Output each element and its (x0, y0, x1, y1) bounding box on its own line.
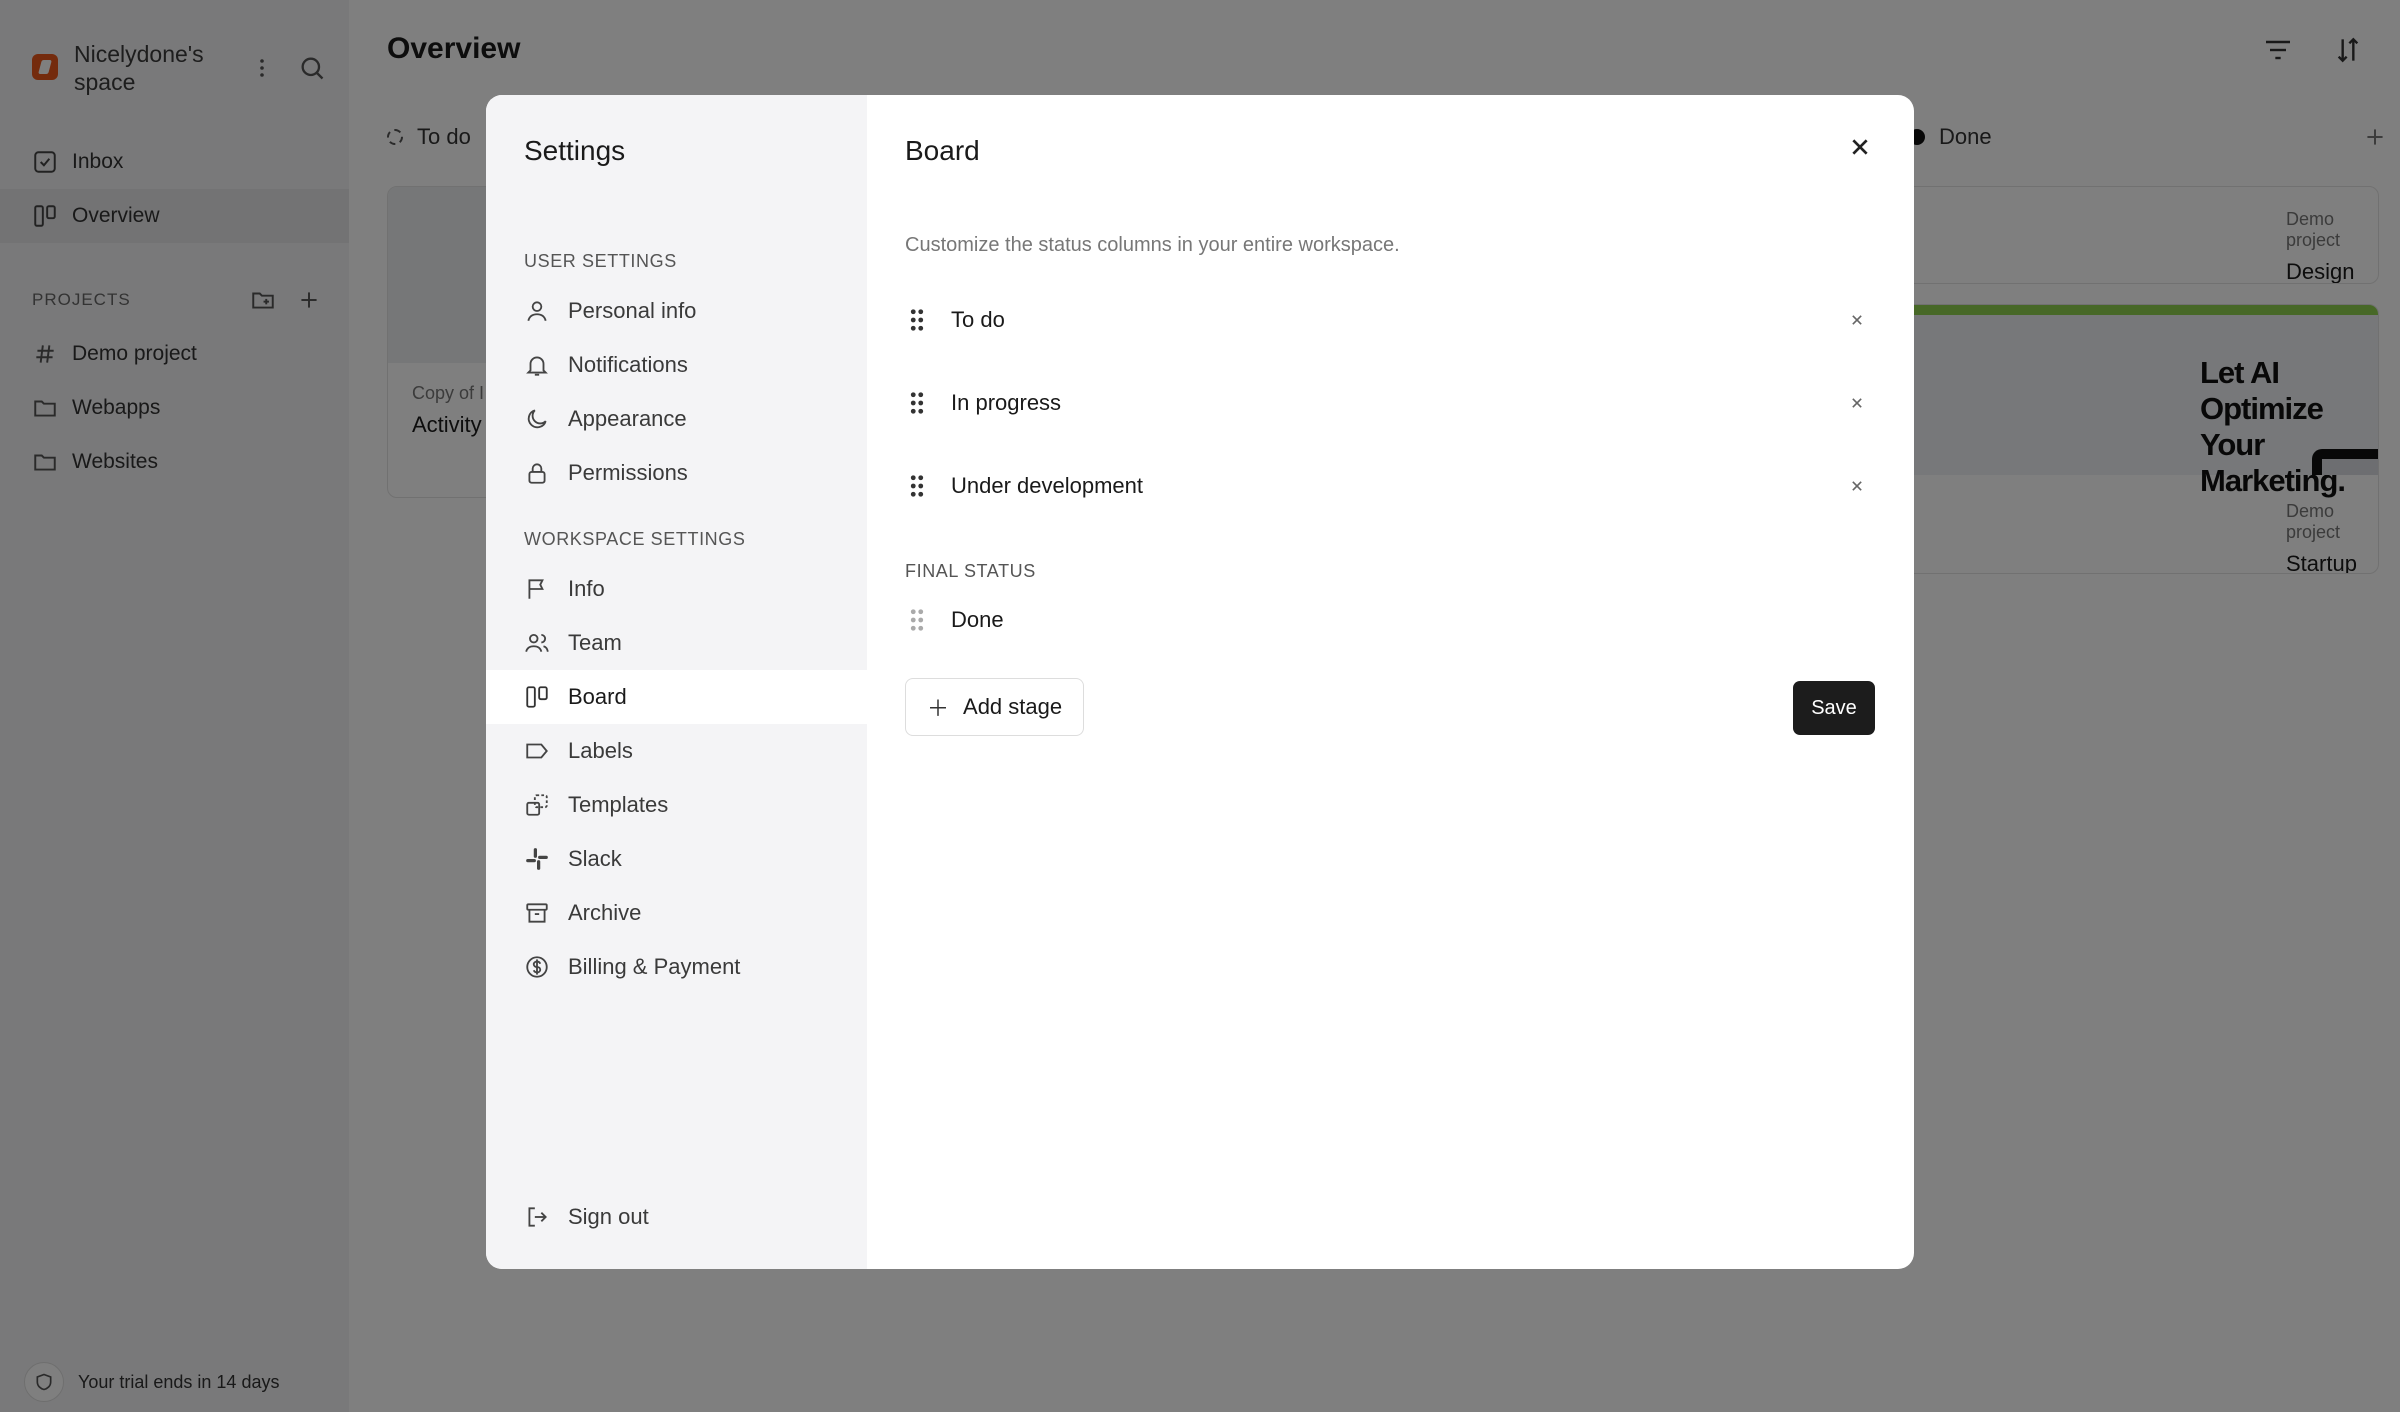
settings-item-billing[interactable]: Billing & Payment (486, 940, 867, 994)
board-settings-panel: Board Customize the status columns in yo… (867, 95, 1914, 1269)
lock-icon (528, 463, 546, 484)
dollar-icon (526, 956, 548, 978)
workspace-settings-heading: WORKSPACE SETTINGS (524, 529, 746, 549)
settings-item-label: Team (568, 630, 622, 655)
final-status-heading: FINAL STATUS (905, 561, 1036, 581)
settings-item-label: Personal info (568, 298, 697, 323)
settings-item-label: Labels (568, 738, 633, 763)
panel-description: Customize the status columns in your ent… (905, 234, 1400, 256)
settings-item-label: Permissions (568, 460, 688, 485)
settings-item-slack[interactable]: Slack (486, 832, 867, 886)
settings-item-notifications[interactable]: Notifications (486, 338, 867, 392)
settings-item-permissions[interactable]: Permissions (486, 446, 867, 500)
stage-row: In progress (905, 376, 1875, 430)
user-icon (527, 301, 547, 322)
moon-icon (527, 409, 547, 429)
settings-item-board[interactable]: Board (486, 670, 867, 724)
plus-icon: ＋ (927, 696, 950, 721)
templates-icon (526, 794, 548, 816)
sign-out-icon (528, 1207, 547, 1227)
settings-item-label: Slack (568, 846, 622, 871)
drag-handle-icon (910, 609, 924, 631)
sign-out-label: Sign out (568, 1204, 649, 1229)
settings-item-label: Templates (568, 792, 669, 817)
bell-icon (526, 356, 548, 376)
settings-item-label: Notifications (568, 352, 688, 377)
archive-icon (526, 903, 548, 923)
slack-icon (526, 848, 548, 870)
stage-label[interactable]: In progress (951, 390, 1061, 416)
board-icon (526, 686, 548, 708)
remove-stage-icon[interactable] (1847, 393, 1867, 413)
settings-title: Settings (524, 135, 626, 166)
drag-handle-icon[interactable] (909, 308, 925, 332)
settings-item-label: Info (568, 576, 605, 601)
add-stage-button[interactable]: ＋ Add stage (905, 678, 1085, 736)
settings-item-labels[interactable]: Labels (486, 724, 867, 778)
settings-modal: Settings USER SETTINGS Personal info Not… (486, 95, 1914, 1269)
stage-row: Under development (905, 459, 1875, 513)
panel-title: Board (905, 135, 980, 166)
stage-label[interactable]: To do (951, 307, 1005, 333)
settings-item-label: Billing & Payment (568, 954, 741, 979)
add-stage-label: Add stage (963, 694, 1063, 719)
settings-item-templates[interactable]: Templates (486, 778, 867, 832)
users-icon (525, 633, 549, 652)
flag-icon (528, 579, 544, 599)
settings-item-archive[interactable]: Archive (486, 886, 867, 940)
settings-sidebar: Settings USER SETTINGS Personal info Not… (486, 95, 867, 1269)
sign-out-button[interactable]: Sign out (486, 1190, 867, 1244)
settings-item-appearance[interactable]: Appearance (486, 392, 867, 446)
settings-item-label: Board (568, 684, 627, 709)
settings-item-info[interactable]: Info (486, 562, 867, 616)
settings-item-team[interactable]: Team (486, 616, 867, 670)
close-icon[interactable] (1844, 131, 1876, 163)
settings-item-personal-info[interactable]: Personal info (486, 284, 867, 338)
drag-handle-icon[interactable] (909, 474, 925, 498)
save-button[interactable]: Save (1793, 681, 1875, 735)
tag-icon (526, 743, 548, 759)
stage-row: To do (905, 293, 1875, 347)
user-settings-heading: USER SETTINGS (524, 251, 677, 271)
settings-item-label: Appearance (568, 406, 687, 431)
stage-label[interactable]: Under development (951, 473, 1143, 499)
drag-handle-icon[interactable] (909, 391, 925, 415)
final-stage-label[interactable]: Done (951, 607, 1004, 633)
settings-item-label: Archive (568, 900, 642, 925)
final-stage-row: Done (905, 593, 1875, 647)
remove-stage-icon[interactable] (1847, 310, 1867, 330)
remove-stage-icon[interactable] (1847, 476, 1867, 496)
